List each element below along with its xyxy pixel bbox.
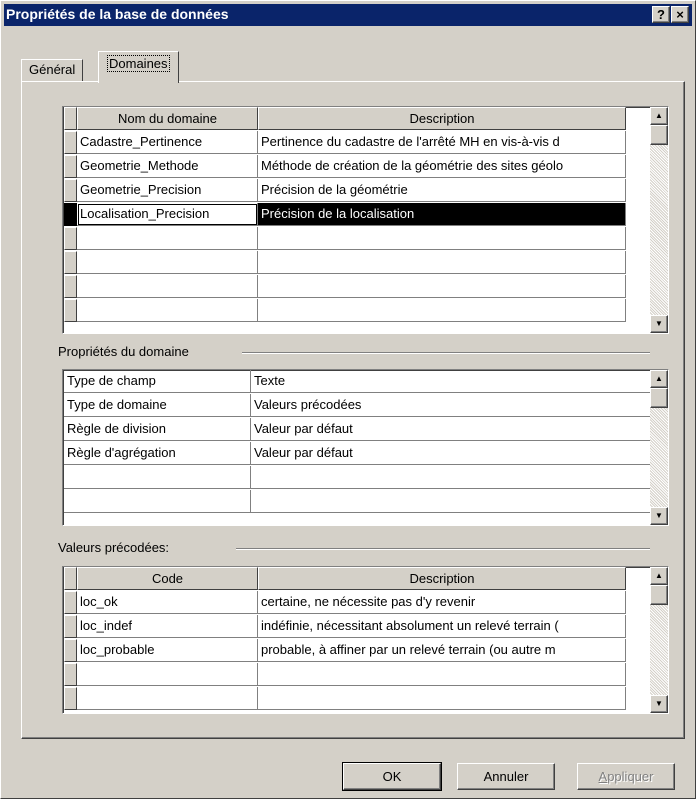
domain-description-cell[interactable]: Précision de la géométrie [258, 179, 626, 202]
row-header[interactable] [64, 131, 77, 154]
ok-button[interactable]: OK [342, 762, 442, 791]
domains-grid[interactable]: Nom du domaine Description Cadastre_Pertin… [62, 106, 669, 334]
window-title: Propriétés de la base de données [6, 6, 229, 22]
domain-name-cell[interactable]: Geometrie_Precision [77, 179, 258, 202]
property-value-cell[interactable]: Valeurs précodées [251, 394, 651, 417]
coded-values-scrollbar[interactable]: ▲ ▼ [650, 567, 668, 713]
row-header[interactable] [64, 299, 77, 322]
coded-values-grid[interactable]: Code Description loc_ok certaine, ne nécess… [62, 566, 669, 714]
row-header[interactable] [64, 639, 77, 662]
property-value-cell[interactable]: Valeur par défaut [251, 442, 651, 465]
property-name-cell[interactable]: Règle de division [64, 418, 251, 441]
domain-properties-label: Propriétés du domaine [58, 344, 195, 359]
row-header[interactable] [64, 687, 77, 710]
apply-button[interactable]: Appliquer [577, 763, 675, 790]
coded-values-label: Valeurs précodées: [58, 540, 176, 555]
row-header[interactable] [64, 275, 77, 298]
domain-description-cell[interactable]: Précision de la localisation [258, 203, 626, 226]
property-name-cell[interactable]: Règle d'agrégation [64, 442, 251, 465]
code-description-cell[interactable]: indéfinie, nécessitant absolument un rel… [258, 615, 626, 638]
property-value-cell[interactable]: Texte [251, 370, 651, 393]
property-name-cell[interactable] [64, 466, 251, 489]
domain-name-cell[interactable] [77, 275, 258, 298]
property-name-cell[interactable] [64, 490, 251, 513]
separator [242, 352, 650, 354]
domain-name-cell[interactable]: Geometrie_Methode [77, 155, 258, 178]
scroll-up-arrow-icon[interactable]: ▲ [650, 107, 668, 125]
property-value-cell[interactable] [251, 490, 651, 513]
code-cell[interactable]: loc_ok [77, 591, 258, 614]
domain-name-cell[interactable]: Cadastre_Pertinence [77, 131, 258, 154]
scroll-thumb[interactable] [650, 125, 668, 145]
domain-description-cell[interactable] [258, 251, 626, 274]
tab-panel-domaines: Nom du domaine Description Cadastre_Pertin… [21, 81, 685, 739]
scroll-down-arrow-icon[interactable]: ▼ [650, 315, 668, 333]
cancel-button[interactable]: Annuler [457, 763, 555, 790]
column-header[interactable]: Description [258, 567, 626, 590]
close-button[interactable]: × [671, 6, 689, 23]
domain-name-cell[interactable] [77, 299, 258, 322]
code-description-cell[interactable] [258, 663, 626, 686]
apply-mnemonic: A [598, 769, 608, 784]
row-header[interactable] [64, 591, 77, 614]
column-header[interactable]: Code [77, 567, 258, 590]
domain-description-cell[interactable] [258, 227, 626, 250]
code-cell[interactable]: loc_indef [77, 615, 258, 638]
column-header[interactable]: Nom du domaine [77, 107, 258, 130]
row-header[interactable] [64, 179, 77, 202]
row-header [64, 107, 77, 130]
property-value-cell[interactable] [251, 466, 651, 489]
code-description-cell[interactable] [258, 687, 626, 710]
row-header[interactable] [64, 615, 77, 638]
scroll-up-arrow-icon[interactable]: ▲ [650, 567, 668, 585]
scroll-down-arrow-icon[interactable]: ▼ [650, 695, 668, 713]
tab-general[interactable]: Général [21, 59, 84, 81]
help-button[interactable]: ? [652, 6, 670, 23]
apply-label: ppliquer [607, 769, 654, 784]
scroll-down-arrow-icon[interactable]: ▼ [650, 507, 668, 525]
tab-domaines-label: Domaines [107, 55, 170, 72]
domain-description-cell[interactable]: Méthode de création de la géométrie des … [258, 155, 626, 178]
scroll-thumb[interactable] [650, 585, 668, 605]
row-header[interactable] [64, 251, 77, 274]
row-header [64, 567, 77, 590]
domain-name-cell[interactable]: Localisation_Precision [77, 203, 258, 226]
code-cell[interactable] [77, 687, 258, 710]
row-header[interactable] [64, 227, 77, 250]
code-description-cell[interactable]: certaine, ne nécessite pas d'y revenir [258, 591, 626, 614]
code-cell[interactable]: loc_probable [77, 639, 258, 662]
domain-name-cell[interactable] [77, 251, 258, 274]
domain-properties-grid[interactable]: Type de champ Texte Type de domaine Valeurs… [62, 369, 669, 526]
title-bar[interactable]: Propriétés de la base de données ? × [4, 4, 692, 26]
scroll-thumb[interactable] [650, 388, 668, 408]
property-value-cell[interactable]: Valeur par défaut [251, 418, 651, 441]
separator [236, 548, 650, 550]
row-header[interactable] [64, 203, 77, 226]
row-header[interactable] [64, 155, 77, 178]
property-name-cell[interactable]: Type de domaine [64, 394, 251, 417]
row-header[interactable] [64, 663, 77, 686]
code-cell[interactable] [77, 663, 258, 686]
domain-description-cell[interactable] [258, 275, 626, 298]
scroll-up-arrow-icon[interactable]: ▲ [650, 370, 668, 388]
properties-scrollbar[interactable]: ▲ ▼ [650, 370, 668, 525]
domain-description-cell[interactable] [258, 299, 626, 322]
dialog-window: Propriétés de la base de données ? × Gén… [0, 0, 696, 799]
domain-name-cell[interactable] [77, 227, 258, 250]
tab-domaines[interactable]: Domaines [98, 51, 179, 83]
code-description-cell[interactable]: probable, à affiner par un relevé terrai… [258, 639, 626, 662]
column-header[interactable]: Description [258, 107, 626, 130]
domain-description-cell[interactable]: Pertinence du cadastre de l'arrêté MH en… [258, 131, 626, 154]
domains-scrollbar[interactable]: ▲ ▼ [650, 107, 668, 333]
property-name-cell[interactable]: Type de champ [64, 370, 251, 393]
